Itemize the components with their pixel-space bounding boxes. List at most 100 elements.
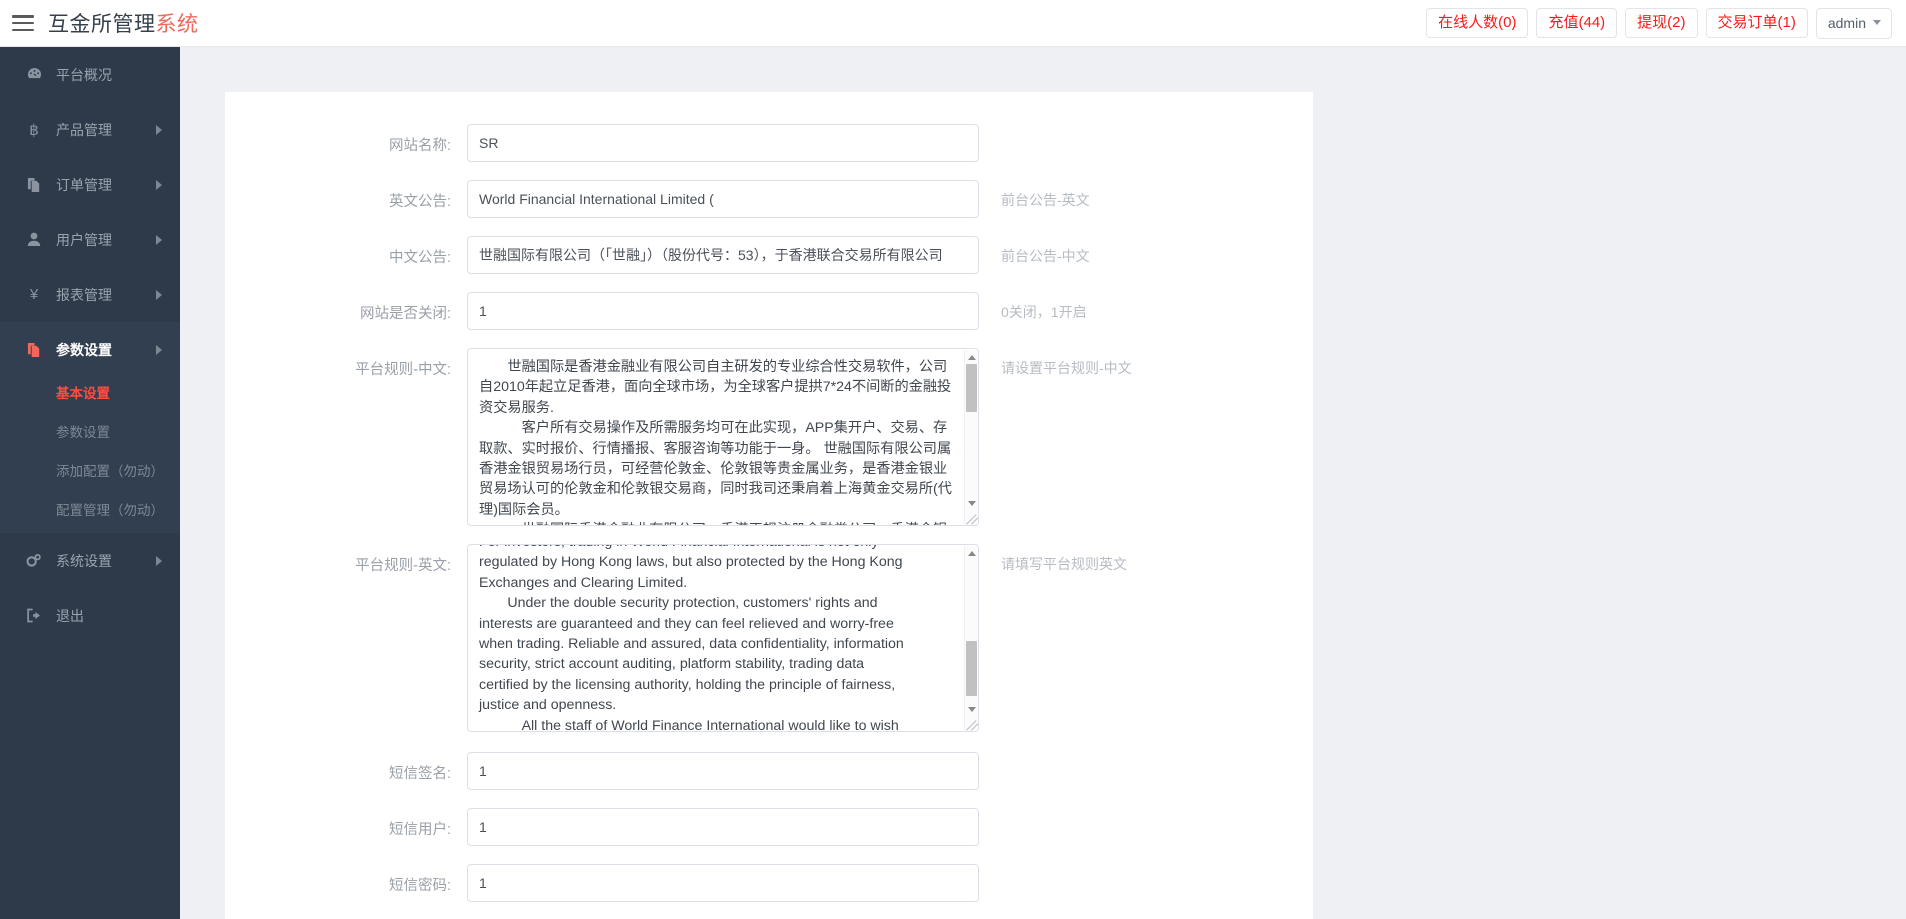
- user-name-label: admin: [1828, 16, 1866, 30]
- field-label: 英文公告:: [225, 180, 467, 211]
- user-menu-button[interactable]: admin: [1816, 8, 1892, 39]
- field-hint: [979, 808, 1001, 818]
- sidebar-item-report-management[interactable]: ¥ 报表管理: [0, 267, 180, 322]
- sidebar-item-label: 用户管理: [56, 230, 112, 250]
- field-control: [467, 752, 979, 790]
- sidebar-group-parameter-settings: 参数设置 基本设置 参数设置 添加配置（勿动） 配置管理（勿动）: [0, 322, 180, 533]
- sidebar-item-parameter-settings[interactable]: 参数设置: [0, 322, 180, 377]
- sms-user-input[interactable]: [467, 808, 979, 846]
- sms-signature-input[interactable]: [467, 752, 979, 790]
- field-control: [467, 180, 979, 218]
- sidebar-subitem-basic-settings[interactable]: 基本设置: [0, 377, 180, 406]
- scroll-down-icon[interactable]: [967, 705, 976, 714]
- resize-grip[interactable]: [966, 513, 978, 525]
- sidebar-item-label: 报表管理: [56, 285, 112, 305]
- yen-icon: ¥: [24, 286, 44, 303]
- field-control: [467, 124, 979, 162]
- scroll-down-icon[interactable]: [967, 499, 976, 508]
- deposit-count-button[interactable]: 充值(44): [1536, 8, 1617, 38]
- form-row: 中文公告: 前台公告-中文: [225, 236, 1313, 274]
- bitcoin-icon: ฿: [24, 121, 44, 139]
- field-control: 世融国际是香港金融业有限公司自主研发的专业综合性交易软件，公司自2010年起立足…: [467, 348, 979, 526]
- sidebar-item-system-settings[interactable]: 系统设置: [0, 533, 180, 588]
- chevron-down-icon: [1873, 20, 1881, 25]
- sidebar-item-platform-overview[interactable]: 平台概况: [0, 47, 180, 102]
- scrollbar-thumb[interactable]: [966, 364, 977, 412]
- field-label: 平台规则-中文:: [225, 348, 467, 379]
- field-label: 网站名称:: [225, 124, 467, 155]
- hamburger-icon[interactable]: [12, 15, 34, 31]
- field-label: 短信用户:: [225, 808, 467, 839]
- sidebar-subitem-config-management[interactable]: 配置管理（勿动）: [0, 494, 180, 523]
- field-hint: 前台公告-英文: [979, 180, 1090, 210]
- scroll-up-icon[interactable]: [967, 549, 976, 558]
- field-label: 网站是否关闭:: [225, 292, 467, 323]
- logout-icon: [24, 608, 44, 623]
- site-name-input[interactable]: [467, 124, 979, 162]
- field-hint: 0关闭，1开启: [979, 292, 1087, 322]
- sidebar-item-label: 退出: [56, 606, 84, 626]
- field-control: [467, 292, 979, 330]
- scrollbar-thumb[interactable]: [966, 641, 977, 696]
- chinese-rules-textarea-wrap: 世融国际是香港金融业有限公司自主研发的专业综合性交易软件，公司自2010年起立足…: [467, 348, 979, 526]
- sidebar-subitem-label: 参数设置: [56, 421, 110, 441]
- sidebar-item-order-management[interactable]: 订单管理: [0, 157, 180, 212]
- sidebar-subitem-label: 配置管理（勿动）: [56, 499, 164, 519]
- chevron-right-icon: [156, 125, 162, 135]
- sidebar-item-label: 系统设置: [56, 551, 112, 571]
- top-header-bar: 互金所管理系统 在线人数(0) 充值(44) 提现(2) 交易订单(1) adm…: [0, 0, 1906, 47]
- main-content-area: 网站名称: 英文公告: 前台公告-英文 中文公告: 前台公告-中文 网站是否关闭…: [180, 47, 1906, 919]
- field-label: 短信密码:: [225, 864, 467, 895]
- header-actions: 在线人数(0) 充值(44) 提现(2) 交易订单(1) admin: [1426, 8, 1906, 39]
- site-closed-flag-input[interactable]: [467, 292, 979, 330]
- field-control: For investors, trading in World Financia…: [467, 544, 979, 732]
- sidebar-subitem-label: 添加配置（勿动）: [56, 460, 164, 480]
- sidebar-item-label: 产品管理: [56, 120, 112, 140]
- form-row: 短信签名:: [225, 752, 1313, 790]
- online-count-button[interactable]: 在线人数(0): [1426, 8, 1528, 38]
- sidebar-item-user-management[interactable]: 用户管理: [0, 212, 180, 267]
- field-label: 短信签名:: [225, 752, 467, 783]
- form-row: 网站是否关闭: 0关闭，1开启: [225, 292, 1313, 330]
- form-row: 平台规则-中文: 世融国际是香港金融业有限公司自主研发的专业综合性交易软件，公司…: [225, 348, 1313, 526]
- sms-password-input[interactable]: [467, 864, 979, 902]
- english-announcement-input[interactable]: [467, 180, 979, 218]
- copy-file-icon: [24, 177, 44, 193]
- platform-rules-english-textarea[interactable]: For investors, trading in World Financia…: [467, 544, 979, 732]
- sidebar-item-product-management[interactable]: ฿ 产品管理: [0, 102, 180, 157]
- textarea-scrollbar[interactable]: [964, 350, 977, 524]
- field-label: 平台规则-英文:: [225, 544, 467, 575]
- sidebar-subitem-parameter-settings[interactable]: 参数设置: [0, 416, 180, 445]
- chevron-right-icon: [156, 556, 162, 566]
- field-hint: [979, 752, 1001, 762]
- field-control: [467, 236, 979, 274]
- app-brand-title: 互金所管理系统: [48, 8, 199, 38]
- field-control: [467, 808, 979, 846]
- form-row: 英文公告: 前台公告-英文: [225, 180, 1313, 218]
- sidebar-subitem-add-config[interactable]: 添加配置（勿动）: [0, 455, 180, 484]
- copy-file-icon: [24, 342, 44, 358]
- field-hint: 请填写平台规则英文: [979, 544, 1127, 574]
- basic-settings-form-panel: 网站名称: 英文公告: 前台公告-英文 中文公告: 前台公告-中文 网站是否关闭…: [225, 92, 1313, 919]
- chevron-right-icon: [156, 235, 162, 245]
- sidebar-item-label: 订单管理: [56, 175, 112, 195]
- platform-rules-chinese-textarea[interactable]: 世融国际是香港金融业有限公司自主研发的专业综合性交易软件，公司自2010年起立足…: [467, 348, 979, 526]
- sidebar-item-label: 参数设置: [56, 340, 112, 360]
- textarea-scrollbar[interactable]: [964, 546, 977, 730]
- sidebar-item-label: 平台概况: [56, 65, 112, 85]
- trade-order-count-button[interactable]: 交易订单(1): [1706, 8, 1808, 38]
- field-control: [467, 864, 979, 902]
- scroll-up-icon[interactable]: [967, 353, 976, 362]
- sidebar-item-logout[interactable]: 退出: [0, 588, 180, 643]
- dashboard-icon: [24, 67, 44, 82]
- gear-icon: [24, 553, 44, 568]
- user-icon: [24, 232, 44, 247]
- withdraw-count-button[interactable]: 提现(2): [1625, 8, 1697, 38]
- resize-grip[interactable]: [966, 719, 978, 731]
- form-row: 短信密码:: [225, 864, 1313, 902]
- chinese-announcement-input[interactable]: [467, 236, 979, 274]
- brand-accent-text: 系统: [156, 13, 199, 36]
- field-label: 中文公告:: [225, 236, 467, 267]
- chevron-right-icon: [156, 290, 162, 300]
- field-hint: [979, 864, 1001, 874]
